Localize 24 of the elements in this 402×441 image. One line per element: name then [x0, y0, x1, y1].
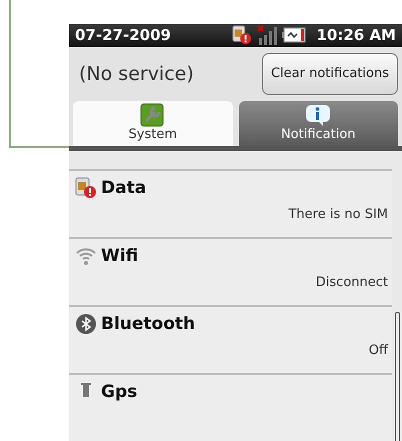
- bluetooth-icon: [75, 313, 97, 335]
- tab[interactable]: System: [73, 100, 232, 146]
- status-time: 10:26 AM: [316, 26, 396, 44]
- setting-status: Off: [368, 343, 388, 358]
- setting-title: Wifi: [101, 246, 138, 266]
- sim-alert-icon: [75, 177, 97, 199]
- setting-title: Data: [101, 178, 146, 198]
- info-icon: [305, 103, 332, 127]
- sim-alert-icon: [232, 25, 252, 46]
- carrier-label: (No service): [79, 62, 194, 85]
- setting-row[interactable]: Wifi Disconnect: [69, 237, 392, 305]
- no-signal-icon: [256, 24, 278, 46]
- setting-title: Gps: [101, 382, 138, 402]
- setting-row[interactable]: Data There is no SIM: [69, 169, 392, 237]
- setting-status: Disconnect: [316, 275, 388, 290]
- setting-title: Bluetooth: [101, 314, 196, 334]
- tab[interactable]: Notification: [238, 100, 398, 146]
- clear-notifications-button[interactable]: Clear notifications: [262, 52, 398, 95]
- setting-status: There is no SIM: [288, 207, 388, 222]
- battery-icon: [282, 27, 306, 44]
- setting-row[interactable]: Gps: [69, 373, 392, 441]
- status-date: 07-27-2009: [75, 26, 171, 44]
- wrench-icon: [140, 103, 166, 127]
- setting-row[interactable]: Bluetooth Off: [69, 305, 392, 373]
